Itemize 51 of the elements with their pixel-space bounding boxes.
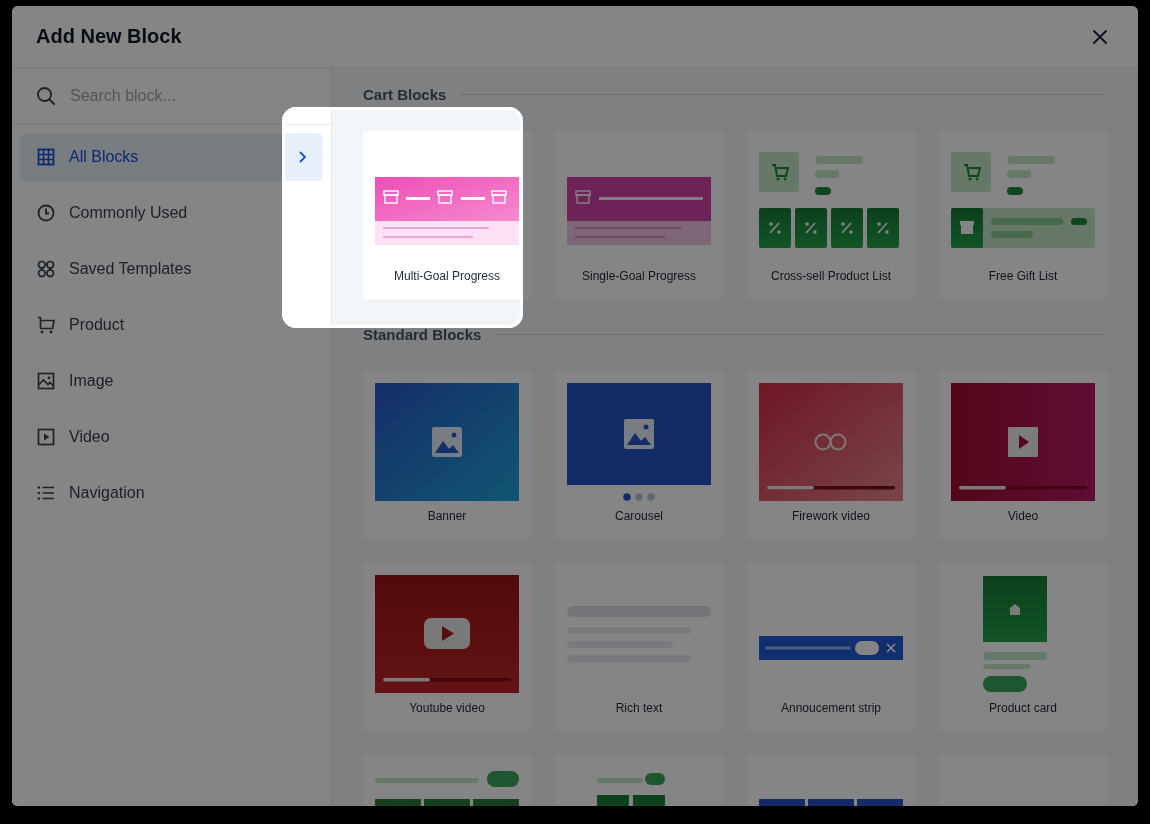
block-card[interactable]: Annoucement strip bbox=[747, 563, 915, 731]
block-card[interactable]: Cross-sell Product List bbox=[747, 131, 915, 299]
search-icon bbox=[36, 86, 56, 106]
card-label: Multi-Goal Progress bbox=[394, 269, 500, 283]
section-heading: Cart Blocks bbox=[363, 86, 447, 103]
block-card[interactable]: Youtube video bbox=[363, 563, 531, 731]
chevron-right-icon bbox=[299, 151, 307, 163]
block-card[interactable]: Banner bbox=[363, 371, 531, 539]
sidebar-item[interactable]: All Blocks bbox=[20, 133, 323, 181]
card-label: Firework video bbox=[792, 509, 870, 523]
sidebar-item[interactable]: Saved Templates bbox=[20, 245, 323, 293]
play-icon bbox=[37, 428, 55, 446]
item-label: Image bbox=[69, 372, 115, 390]
image-icon bbox=[37, 372, 55, 390]
item-label: Navigation bbox=[69, 484, 146, 502]
cart-icon bbox=[37, 316, 55, 334]
block-card[interactable]: Rich text bbox=[555, 563, 723, 731]
sidebar-item[interactable]: Image bbox=[20, 357, 323, 405]
item-label: Commonly Used bbox=[69, 204, 189, 222]
list-icon bbox=[37, 484, 55, 502]
block-card[interactable]: Product card bbox=[939, 563, 1107, 731]
card-label: Product card bbox=[988, 701, 1057, 715]
card-label: Annoucement strip bbox=[780, 701, 882, 715]
sidebar-item[interactable]: Navigation bbox=[20, 469, 323, 517]
sidebar-item[interactable]: Commonly Used bbox=[20, 189, 323, 237]
block-card[interactable]: Carousel bbox=[555, 371, 723, 539]
grid-icon bbox=[37, 148, 55, 166]
card-label: Free Gift List bbox=[988, 269, 1058, 283]
close-icon bbox=[1092, 28, 1108, 45]
card-label: Video bbox=[1007, 509, 1039, 523]
circles-icon bbox=[37, 260, 55, 278]
sidebar-item[interactable]: Video bbox=[20, 413, 323, 461]
block-card[interactable]: Single-Goal Progress bbox=[555, 131, 723, 299]
block-card[interactable]: Video bbox=[939, 371, 1107, 539]
dialog-title: Add New Block bbox=[36, 25, 182, 48]
card-label: Youtube video bbox=[409, 701, 485, 715]
block-card[interactable]: Multi-Goal Progress bbox=[363, 131, 531, 299]
card-label: Rich text bbox=[615, 701, 663, 715]
clock-icon bbox=[37, 204, 55, 222]
card-label: Cross-sell Product List bbox=[770, 269, 891, 283]
card-label: Single-Goal Progress bbox=[581, 269, 697, 283]
block-card[interactable]: Firework video bbox=[747, 371, 915, 539]
section-heading: Standard Blocks bbox=[363, 326, 482, 343]
card-label: Carousel bbox=[615, 509, 663, 523]
block-card[interactable]: Free Gift List bbox=[939, 131, 1107, 299]
sidebar-item[interactable]: Product bbox=[20, 301, 323, 349]
item-label: Saved Templates bbox=[69, 260, 193, 278]
card-label: Banner bbox=[427, 509, 467, 523]
item-label: Video bbox=[69, 428, 111, 446]
item-label: Product bbox=[69, 316, 126, 334]
item-label: All Blocks bbox=[69, 148, 140, 166]
